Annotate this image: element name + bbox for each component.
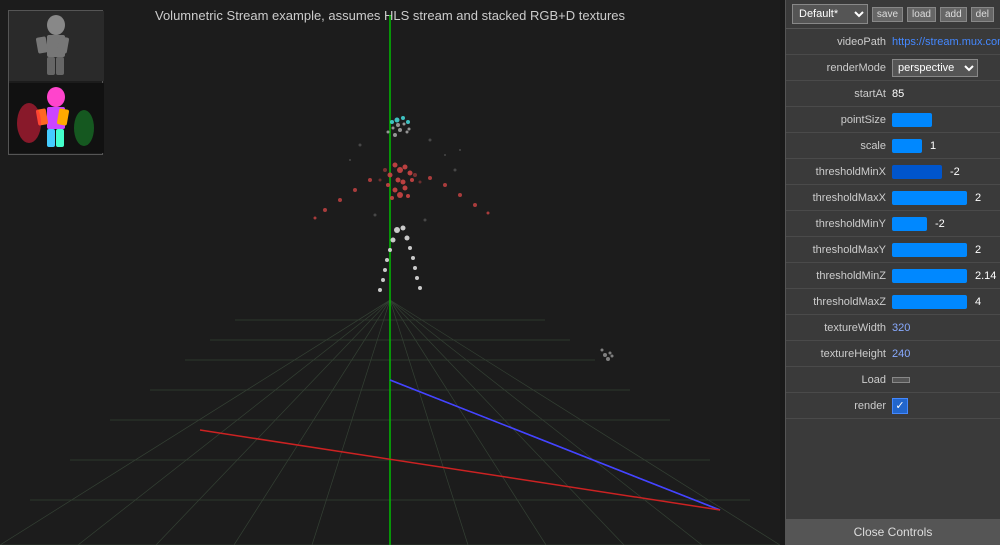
texture-width-label: textureWidth [792,322,892,334]
debris-object [590,335,625,370]
load-row: Load [786,367,1000,393]
texture-width-row: textureWidth 320 [786,315,1000,341]
start-at-row: startAt 85 [786,81,1000,107]
thumbnail-panel [8,10,103,155]
close-controls-button[interactable]: Close Controls [786,519,1000,545]
threshold-max-z-row: thresholdMaxZ 4 [786,289,1000,315]
scale-slider[interactable] [892,139,922,153]
scale-value: 1 [930,140,936,152]
start-at-value: 85 [892,88,904,100]
threshold-min-x-slider[interactable] [892,165,942,179]
threshold-min-y-value: -2 [935,218,945,230]
threshold-min-x-row: thresholdMinX -2 [786,159,1000,185]
del-preset-button[interactable]: del [971,7,994,22]
thumb-depth [9,83,104,153]
load-preset-button[interactable]: load [907,7,936,22]
start-at-label: startAt [792,88,892,100]
video-path-value[interactable]: https://stream.mux.com/ [892,36,1000,48]
threshold-min-z-slider[interactable] [892,269,967,283]
thumb-rgb [9,11,104,81]
controls-panel: Default* Custom save load add del videoP… [785,0,1000,545]
threshold-min-x-value: -2 [950,166,960,178]
threshold-max-x-slider[interactable] [892,191,967,205]
texture-height-value: 240 [892,348,910,360]
add-preset-button[interactable]: add [940,7,967,22]
threshold-max-x-row: thresholdMaxX 2 [786,185,1000,211]
threshold-min-y-row: thresholdMinY -2 [786,211,1000,237]
preset-dropdown[interactable]: Default* Custom [792,4,868,24]
load-label: Load [792,374,892,386]
axis-y-line [200,430,720,510]
point-size-label: pointSize [792,114,892,126]
render-mode-select[interactable]: perspective orthographic [892,59,978,77]
texture-height-label: textureHeight [792,348,892,360]
controls-header: Default* Custom save load add del [786,0,1000,29]
scale-row: scale 1 [786,133,1000,159]
point-cloud-figure [300,110,500,390]
threshold-max-y-row: thresholdMaxY 2 [786,237,1000,263]
threshold-min-z-label: thresholdMinZ [792,270,892,282]
threshold-max-z-value: 4 [975,296,981,308]
texture-width-value: 320 [892,322,910,334]
texture-height-row: textureHeight 240 [786,341,1000,367]
render-checkbox[interactable] [892,398,908,414]
threshold-max-z-label: thresholdMaxZ [792,296,892,308]
render-row: render [786,393,1000,419]
threshold-max-x-label: thresholdMaxX [792,192,892,204]
threshold-min-z-value: 2.14 [975,270,996,282]
save-preset-button[interactable]: save [872,7,903,22]
threshold-max-x-value: 2 [975,192,981,204]
threshold-min-z-row: thresholdMinZ 2.14 [786,263,1000,289]
render-mode-label: renderMode [792,62,892,74]
threshold-min-y-label: thresholdMinY [792,218,892,230]
render-mode-row: renderMode perspective orthographic [786,55,1000,81]
render-label: render [792,400,892,412]
load-button[interactable] [892,377,910,383]
scale-label: scale [792,140,892,152]
video-path-row: videoPath https://stream.mux.com/ [786,29,1000,55]
point-size-row: pointSize [786,107,1000,133]
threshold-max-z-slider[interactable] [892,295,967,309]
threshold-max-y-slider[interactable] [892,243,967,257]
threshold-min-x-label: thresholdMinX [792,166,892,178]
threshold-max-y-value: 2 [975,244,981,256]
3d-viewport: Volumnetric Stream example, assumes HLS … [0,0,780,545]
threshold-max-y-label: thresholdMaxY [792,244,892,256]
threshold-min-y-slider[interactable] [892,217,927,231]
video-path-label: videoPath [792,36,892,48]
point-size-slider[interactable] [892,113,932,127]
